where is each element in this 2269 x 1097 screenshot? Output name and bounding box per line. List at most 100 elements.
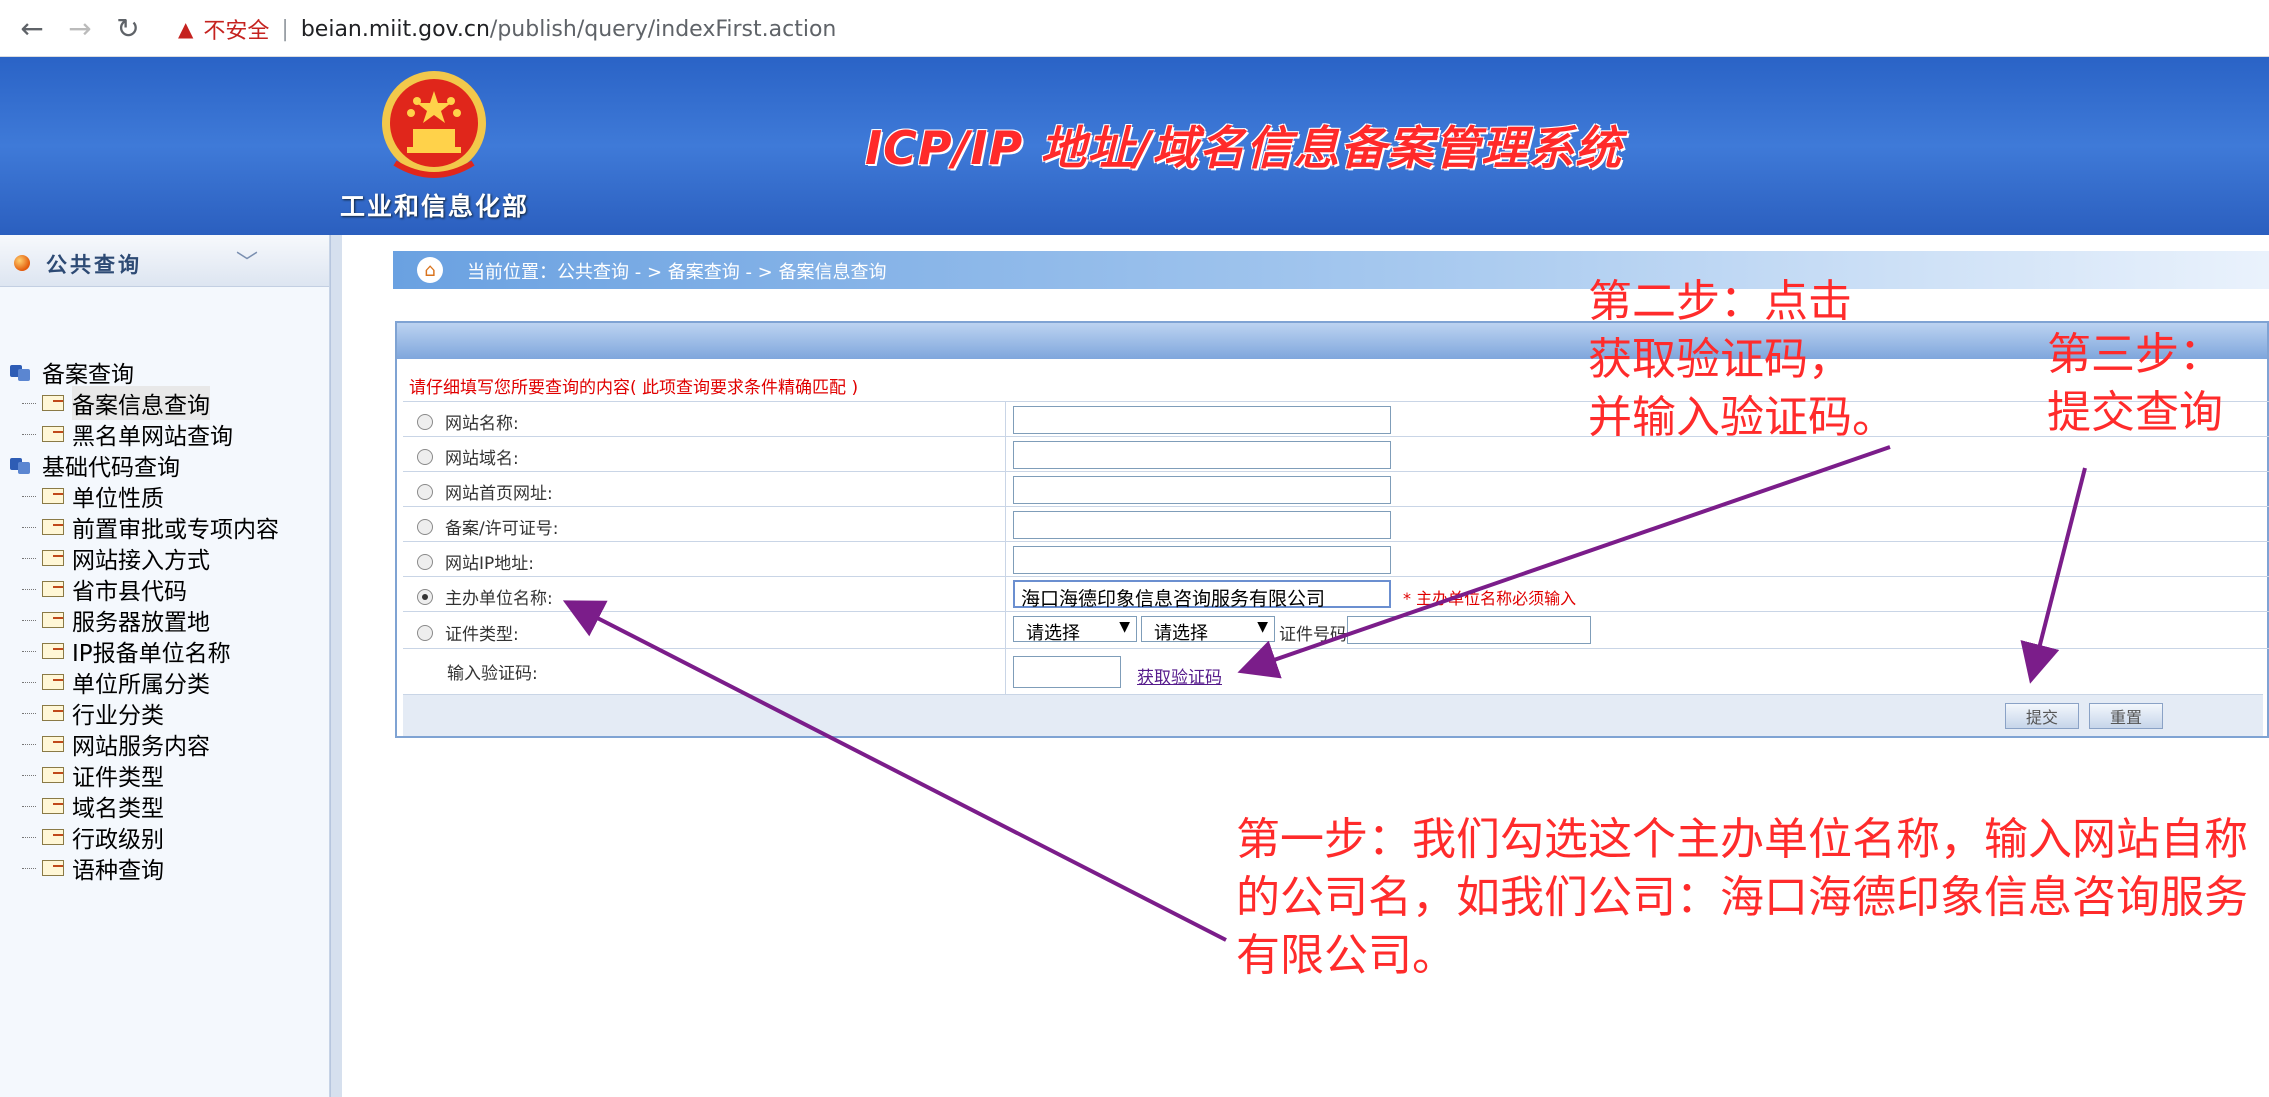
radio-button-selected[interactable] xyxy=(417,588,433,605)
page-icon xyxy=(42,767,64,783)
tree-item[interactable]: 域名类型 xyxy=(22,789,164,823)
warning-icon: ▲ xyxy=(178,17,194,41)
step2-line: 并输入验证码。 xyxy=(1588,392,1896,443)
tree-item[interactable]: 行政级别 xyxy=(22,820,164,854)
tree-item-label: 前置审批或专项内容 xyxy=(72,517,279,543)
tree-item[interactable]: 语种查询 xyxy=(22,851,164,885)
radio-button[interactable] xyxy=(417,448,433,465)
ministry-name: 工业和信息化部 xyxy=(340,192,530,221)
radio-option[interactable]: 证件类型: xyxy=(417,620,519,645)
page-icon xyxy=(42,426,64,442)
page-icon xyxy=(42,612,64,628)
sidebar: 公共查询 ﹀ 备案查询 备案信息查询 黑名单网站查询 基础代码查询 单位性质 前… xyxy=(0,235,330,1097)
tree-item[interactable]: 前置审批或专项内容 xyxy=(22,510,279,544)
sidebar-title: 公共查询 xyxy=(46,253,142,277)
radio-button[interactable] xyxy=(417,518,433,535)
form-hint: 请仔细填写您所要查询的内容( 此项查询要求条件精确匹配 ) xyxy=(409,378,859,398)
cert-subtype-select[interactable]: 请选择 ▼ xyxy=(1141,616,1275,644)
address-bar[interactable]: ▲ 不安全 | beian.miit.gov.cn/publish/query/… xyxy=(160,8,2260,50)
cert-type-select[interactable]: 请选择 ▼ xyxy=(1013,616,1137,644)
radio-button[interactable] xyxy=(417,624,433,641)
radio-option[interactable]: 网站域名: xyxy=(417,444,519,469)
tree-item[interactable]: 网站接入方式 xyxy=(22,541,210,575)
tree-item-label: 行政级别 xyxy=(72,827,164,853)
homepage-url-input[interactable] xyxy=(1013,476,1391,504)
page-icon xyxy=(42,395,64,411)
field-label: 证件类型: xyxy=(445,625,519,645)
sidebar-header[interactable]: 公共查询 ﹀ xyxy=(0,235,329,287)
site-name-input[interactable] xyxy=(1013,406,1391,434)
page-icon xyxy=(42,519,64,535)
field-label: 网站首页网址: xyxy=(445,484,553,504)
site-domain-input[interactable] xyxy=(1013,441,1391,469)
step2-line: 第二步：点击 xyxy=(1588,276,1852,327)
tree-item-label: IP报备单位名称 xyxy=(72,641,231,667)
step1-line: 的公司名，如我们公司：海口海德印象信息咨询服务 xyxy=(1236,872,2248,923)
breadcrumb-text: 当前位置：公共查询 - > 备案查询 - > 备案信息查询 xyxy=(467,262,887,283)
panel-header xyxy=(397,323,2267,359)
get-captcha-link[interactable]: 获取验证码 xyxy=(1137,663,1222,688)
radio-option[interactable]: 主办单位名称: xyxy=(417,584,553,609)
tree-group-filing-query[interactable]: 备案查询 xyxy=(10,355,134,389)
reload-icon[interactable]: ↻ xyxy=(112,12,144,45)
submit-button[interactable]: 提交 xyxy=(2005,703,2079,729)
tree-group-label: 基础代码查询 xyxy=(42,455,180,481)
unit-name-input[interactable]: 海口海德印象信息咨询服务有限公司 xyxy=(1013,580,1391,610)
tree-item-label: 省市县代码 xyxy=(72,579,187,605)
tree-line xyxy=(22,402,36,404)
tree-item-label: 备案信息查询 xyxy=(72,386,210,420)
tree-item-label: 证件类型 xyxy=(72,765,164,791)
radio-button[interactable] xyxy=(417,483,433,500)
tree-line xyxy=(22,588,36,590)
step3-note: 第三步： 提交查询 xyxy=(2047,326,2223,442)
site-ip-input[interactable] xyxy=(1013,546,1391,574)
tree-item-filing-info[interactable]: 备案信息查询 xyxy=(22,386,210,420)
cert-no-input[interactable] xyxy=(1347,616,1591,644)
back-icon[interactable]: ← xyxy=(16,12,48,45)
field-label: 主办单位名称: xyxy=(445,589,553,609)
tree-item[interactable]: 省市县代码 xyxy=(22,572,187,606)
page-icon xyxy=(42,829,64,845)
radio-button[interactable] xyxy=(417,413,433,430)
tree-item-label: 网站接入方式 xyxy=(72,548,210,574)
tree-item-label: 黑名单网站查询 xyxy=(72,424,233,450)
tree-line xyxy=(22,867,36,869)
radio-option[interactable]: 网站首页网址: xyxy=(417,479,553,504)
sidebar-splitter[interactable] xyxy=(330,235,342,1097)
national-emblem-icon xyxy=(382,71,486,178)
tree-item[interactable]: 证件类型 xyxy=(22,758,164,792)
page-icon xyxy=(42,736,64,752)
chevron-down-icon[interactable]: ﹀ xyxy=(236,245,258,277)
tree-item[interactable]: 单位性质 xyxy=(22,479,164,513)
page-icon xyxy=(42,705,64,721)
radio-option[interactable]: 网站名称: xyxy=(417,409,519,434)
forward-icon[interactable]: → xyxy=(64,12,96,45)
tree-item-blacklist[interactable]: 黑名单网站查询 xyxy=(22,417,233,451)
tree-item[interactable]: 网站服务内容 xyxy=(22,727,210,761)
tree-item[interactable]: 服务器放置地 xyxy=(22,603,210,637)
tree-item[interactable]: 单位所属分类 xyxy=(22,665,210,699)
step3-line: 第三步： xyxy=(2047,329,2223,380)
tree-line xyxy=(22,619,36,621)
radio-button[interactable] xyxy=(417,553,433,570)
site-banner: 工业和信息化部 ICP/IP 地址/域名信息备案管理系统 xyxy=(0,57,2269,235)
tree-item[interactable]: IP报备单位名称 xyxy=(22,634,231,668)
step2-line: 获取验证码， xyxy=(1588,334,1852,385)
tree-item-label: 域名类型 xyxy=(72,796,164,822)
tree-item[interactable]: 行业分类 xyxy=(22,696,164,730)
home-icon[interactable]: ⌂ xyxy=(417,257,443,283)
captcha-input[interactable] xyxy=(1013,656,1121,688)
folder-icon xyxy=(10,363,32,381)
page-icon xyxy=(42,643,64,659)
radio-option[interactable]: 网站IP地址: xyxy=(417,549,534,574)
page-icon xyxy=(42,798,64,814)
field-label: 网站IP地址: xyxy=(445,554,534,574)
page-icon xyxy=(42,550,64,566)
tree-item-label: 语种查询 xyxy=(72,858,164,884)
tree-group-basic-codes[interactable]: 基础代码查询 xyxy=(10,448,180,482)
radio-option[interactable]: 备案/许可证号: xyxy=(417,514,558,539)
tree-line xyxy=(22,557,36,559)
reset-button[interactable]: 重置 xyxy=(2089,703,2163,729)
license-no-input[interactable] xyxy=(1013,511,1391,539)
folder-icon xyxy=(10,456,32,474)
